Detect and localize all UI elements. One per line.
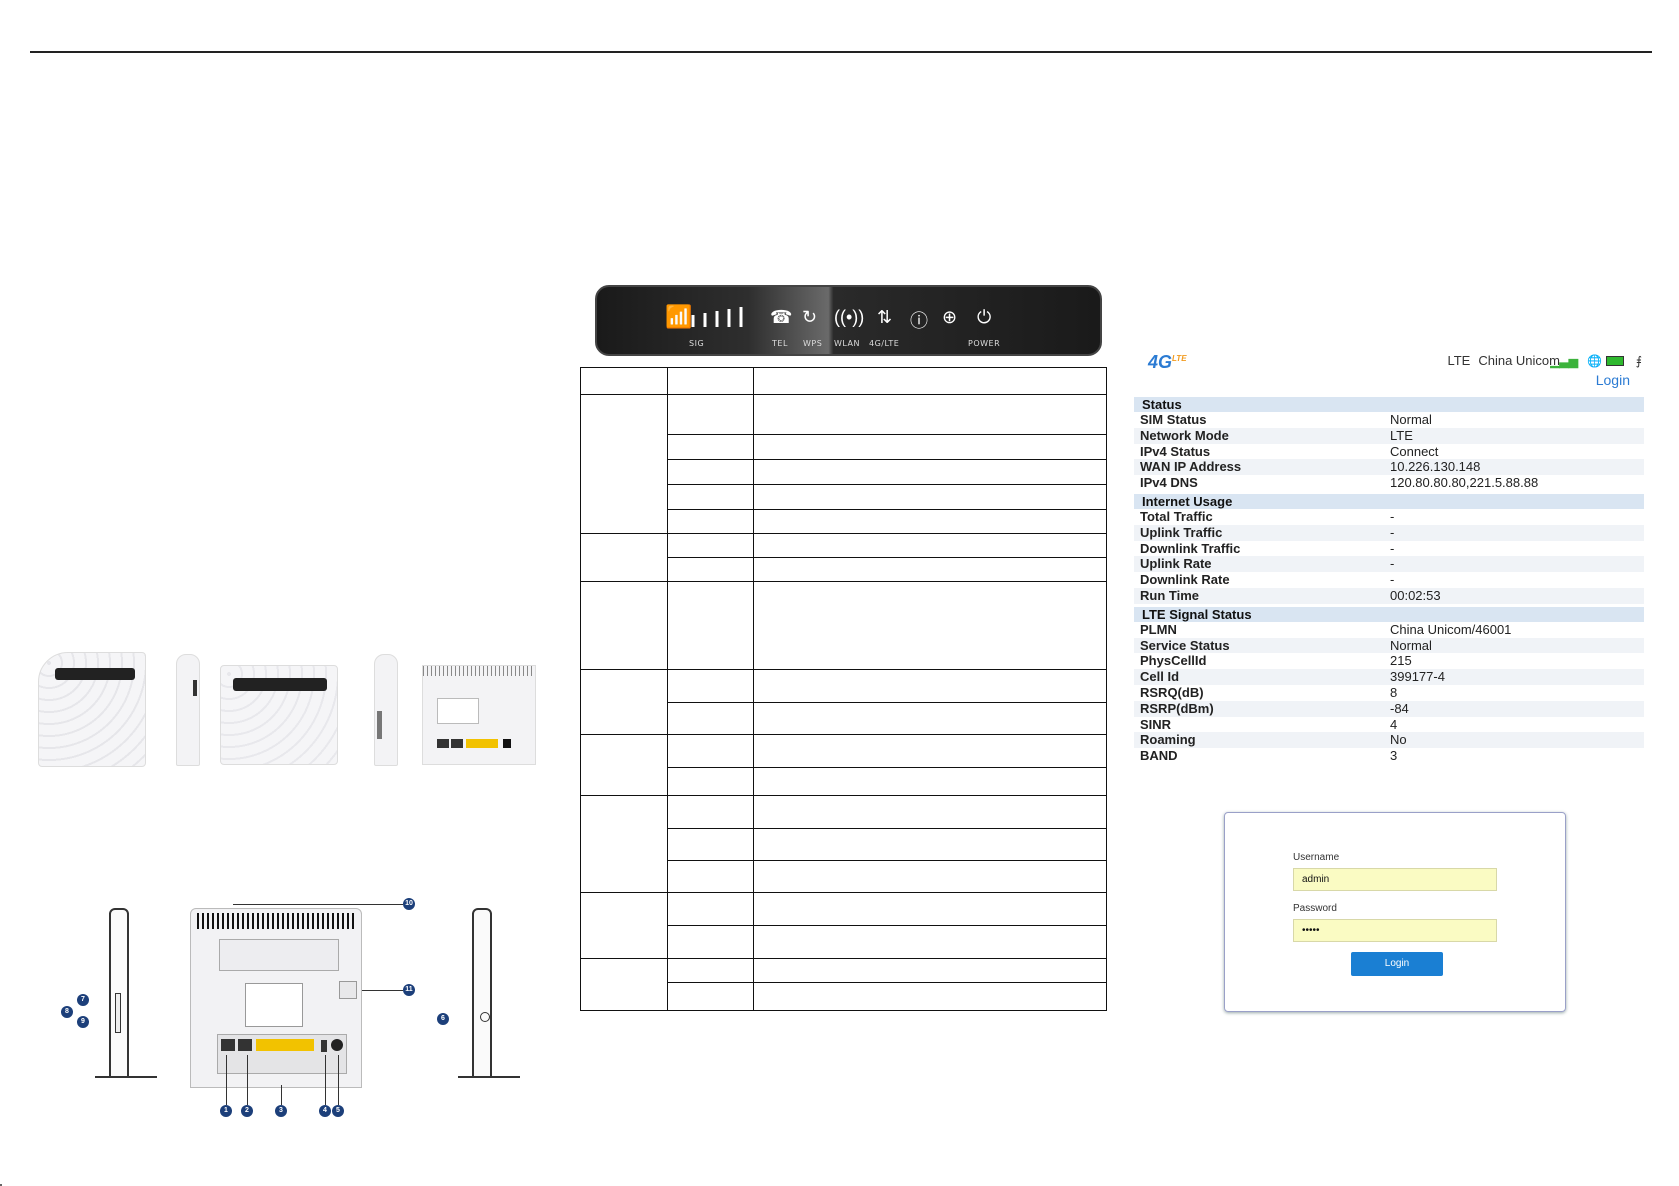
status-row: Uplink Rate - <box>1134 556 1644 573</box>
username-label: Username <box>1293 852 1340 863</box>
status-row: Network Mode LTE <box>1134 427 1644 444</box>
device-front <box>220 665 338 765</box>
4g-lte-logo: 4GLTE <box>1148 352 1187 372</box>
status-row: Downlink Rate - <box>1140 572 1395 588</box>
section-internet-usage-header: Internet Usage <box>1134 493 1644 509</box>
callout-10: 10 <box>403 898 415 910</box>
signal-strength-icon: ▁▃▅ <box>1550 354 1578 368</box>
status-row: SINR 4 <box>1140 716 1398 732</box>
led-description-table <box>580 367 1107 1011</box>
status-row: Uplink Traffic - <box>1134 524 1644 541</box>
status-row: RSRQ(dB) 8 <box>1140 684 1398 700</box>
login-link[interactable]: Login <box>1596 372 1630 388</box>
tel-icon: ☎ <box>770 307 793 327</box>
led-label-wps: WPS <box>803 339 823 348</box>
status-row: IPv4 Status Connect <box>1140 443 1439 459</box>
section-status-header: Status <box>1134 397 1644 412</box>
led-label-tel: TEL <box>772 339 788 348</box>
battery-icon <box>1606 356 1624 366</box>
callout-6: 6 <box>437 1013 449 1025</box>
led-indicator-panel: 📶 ☎ ↻ ((•)) ⇅ ⓘ ⊕ ⏻ SIG TEL WPS WLAN 4G/… <box>595 285 1102 356</box>
manual-page: 7 8 9 10 11 6 1 2 3 4 5 📶 ☎ ↻ ((•)) ⇅ ⓘ … <box>0 0 1679 1186</box>
diagram-back <box>190 908 362 1088</box>
login-button[interactable]: Login <box>1351 952 1443 976</box>
led-label-4glte: 4G/LTE <box>869 339 900 348</box>
username-input[interactable]: admin <box>1293 868 1497 891</box>
led-label-power: POWER <box>968 339 1001 348</box>
sim-icon: ⓘ <box>910 311 928 331</box>
network-type: LTE <box>1447 353 1471 368</box>
callout-1: 1 <box>220 1105 232 1117</box>
status-row: Total Traffic - <box>1140 508 1395 524</box>
callout-11: 11 <box>403 984 415 996</box>
led-label-sig: SIG <box>689 339 705 348</box>
router-status-panel: 4GLTE LTE China Unicom ▁▃▅ 🌐 ⨎ Login Sta… <box>1134 348 1644 764</box>
callout-7: 7 <box>77 994 89 1006</box>
power-icon: ⏻ <box>977 307 992 327</box>
status-row: Roaming No <box>1134 732 1644 749</box>
wlan-icon: ((•)) <box>834 307 865 327</box>
wps-icon: ↻ <box>802 307 818 327</box>
wifi-icon: ⨎ <box>1635 354 1642 368</box>
password-input[interactable]: ••••• <box>1293 919 1497 942</box>
section-lte-signal-header: LTE Signal Status <box>1134 606 1644 622</box>
password-label: Password <box>1293 903 1337 914</box>
callout-3: 3 <box>275 1105 287 1117</box>
operator-name: China Unicom <box>1478 353 1560 368</box>
status-row: Service Status Normal <box>1134 637 1644 654</box>
device-side-right <box>374 654 398 766</box>
signal-bars-icon <box>689 307 745 332</box>
device-side-left <box>176 654 200 766</box>
diagram-side-left <box>95 908 157 1086</box>
device-views-strip <box>24 647 539 773</box>
status-row: Run Time 00:02:53 <box>1134 587 1644 604</box>
top-rule <box>30 51 1652 53</box>
login-dialog: Username admin Password ••••• Login <box>1224 812 1566 1012</box>
ethernet-icon: ⊕ <box>942 307 958 327</box>
lte-data-icon: ⇅ <box>877 307 893 327</box>
status-row: PLMN China Unicom/46001 <box>1140 621 1512 637</box>
callout-2: 2 <box>241 1105 253 1117</box>
device-back <box>422 665 536 765</box>
network-info: LTE China Unicom <box>1447 353 1560 368</box>
status-row: RSRP(dBm) -84 <box>1134 700 1644 717</box>
status-row: IPv4 DNS 120.80.80.80,221.5.88.88 <box>1140 475 1539 491</box>
callout-4: 4 <box>319 1105 331 1117</box>
status-row: WAN IP Address 10.226.130.148 <box>1134 459 1644 476</box>
status-row: Cell Id 399177-4 <box>1134 669 1644 685</box>
diagram-side-right <box>458 908 520 1086</box>
callout-8: 8 <box>61 1006 73 1018</box>
callout-5: 5 <box>332 1105 344 1117</box>
callout-9: 9 <box>77 1016 89 1028</box>
globe-icon: 🌐 <box>1587 354 1602 368</box>
device-front-angled <box>38 652 146 767</box>
status-row: BAND 3 <box>1140 748 1398 764</box>
status-row: PhysCellId 215 <box>1140 653 1412 669</box>
led-label-wlan: WLAN <box>834 339 861 348</box>
status-row: Downlink Traffic - <box>1140 540 1395 556</box>
status-row: SIM Status Normal <box>1140 412 1432 427</box>
status-header: 4GLTE LTE China Unicom ▁▃▅ 🌐 ⨎ Login <box>1134 348 1644 394</box>
